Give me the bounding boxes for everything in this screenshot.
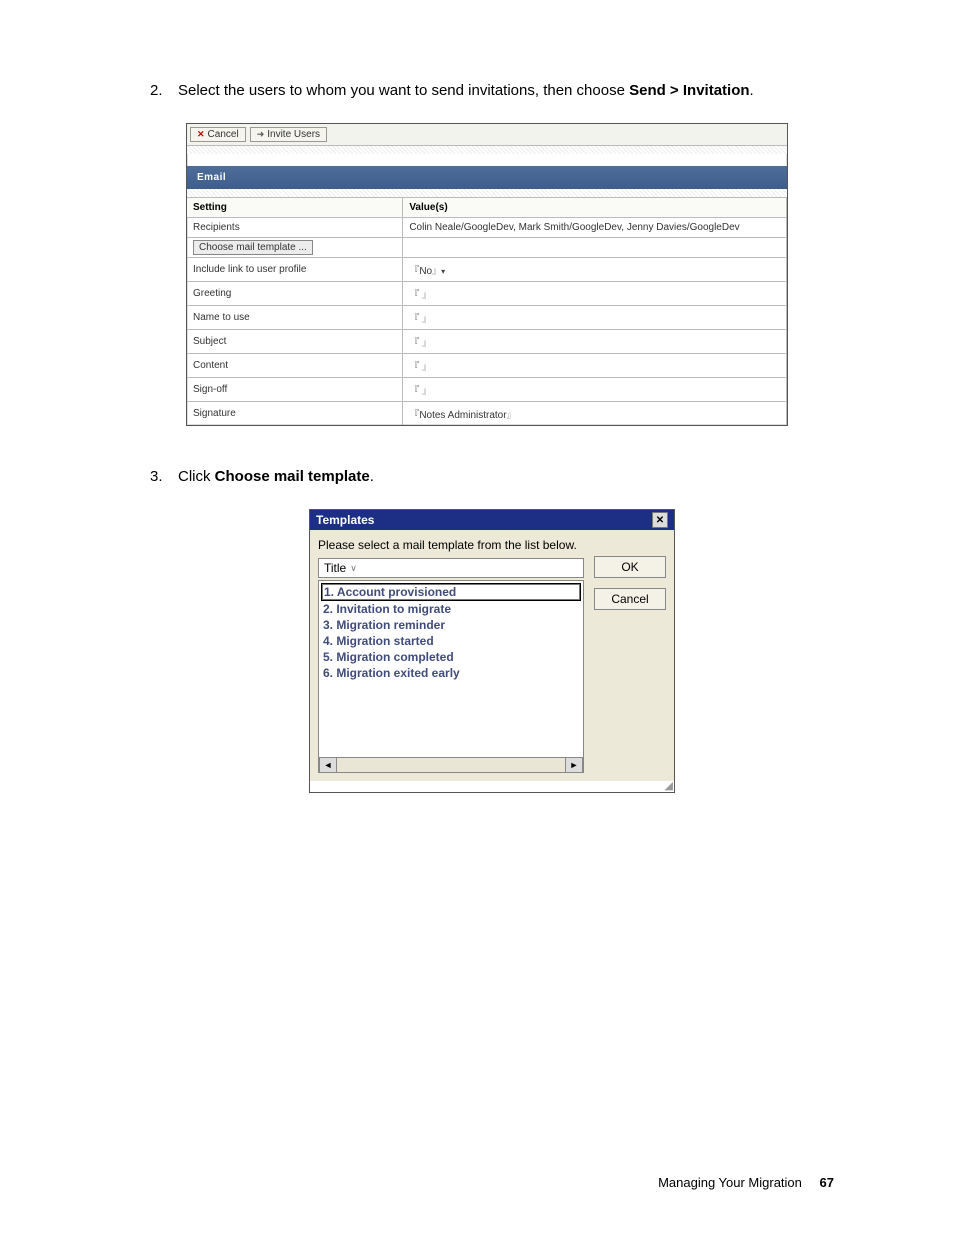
step-2: 2. Select the users to whom you want to … bbox=[150, 80, 834, 101]
email-toolbar: Cancel Invite Users bbox=[187, 124, 787, 146]
table-row: Signature 『Notes Administrator』 bbox=[187, 402, 787, 426]
dialog-body: Please select a mail template from the l… bbox=[310, 530, 674, 781]
email-screenshot: Cancel Invite Users Email Setting Value(… bbox=[186, 123, 788, 426]
dialog-left: Please select a mail template from the l… bbox=[318, 538, 584, 773]
invite-users-button[interactable]: Invite Users bbox=[250, 127, 327, 142]
table-row: Greeting 『 』 bbox=[187, 282, 787, 306]
row-signature-label: Signature bbox=[187, 402, 403, 426]
decorative-row bbox=[187, 146, 787, 154]
x-icon bbox=[197, 129, 205, 140]
field-close-marker: 』 bbox=[432, 267, 441, 277]
resize-grip-icon[interactable]: ◢ bbox=[310, 779, 674, 792]
row-recipients-label: Recipients bbox=[187, 218, 403, 238]
ok-button[interactable]: OK bbox=[594, 556, 666, 578]
row-recipients-value: Colin Neale/GoogleDev, Mark Smith/Google… bbox=[403, 218, 787, 238]
email-section-header: Email bbox=[187, 166, 787, 189]
scroll-left-icon[interactable]: ◄ bbox=[319, 758, 337, 772]
email-settings-table: Setting Value(s) Recipients Colin Neale/… bbox=[187, 197, 787, 425]
footer-page-number: 67 bbox=[820, 1175, 834, 1190]
list-item[interactable]: 4. Migration started bbox=[321, 633, 581, 649]
step3-bold: Choose mail template bbox=[215, 468, 370, 485]
cancel-button[interactable]: Cancel bbox=[190, 127, 246, 142]
template-list[interactable]: 1. Account provisioned 2. Invitation to … bbox=[318, 580, 584, 758]
table-row: Content 『 』 bbox=[187, 354, 787, 378]
list-item[interactable]: 5. Migration completed bbox=[321, 649, 581, 665]
chevron-down-icon: ∨ bbox=[350, 563, 357, 574]
step2-post: . bbox=[750, 82, 754, 99]
empty-cell bbox=[403, 238, 787, 258]
dialog-titlebar: Templates ✕ bbox=[310, 510, 674, 530]
step-number: 3. bbox=[150, 466, 178, 487]
table-row: Recipients Colin Neale/GoogleDev, Mark S… bbox=[187, 218, 787, 238]
footer-section: Managing Your Migration bbox=[658, 1175, 802, 1190]
row-content-value[interactable]: 『 』 bbox=[403, 354, 787, 378]
col-setting: Setting bbox=[187, 198, 403, 218]
cancel-button-label: Cancel bbox=[208, 129, 239, 140]
row-name-label: Name to use bbox=[187, 306, 403, 330]
step3-post: . bbox=[370, 468, 374, 485]
row-subject-value[interactable]: 『 』 bbox=[403, 330, 787, 354]
step-text: Select the users to whom you want to sen… bbox=[178, 80, 834, 101]
title-column-label: Title bbox=[324, 561, 346, 575]
cancel-button[interactable]: Cancel bbox=[594, 588, 666, 610]
dialog-right: OK Cancel bbox=[594, 538, 666, 773]
table-row: Sign-off 『 』 bbox=[187, 378, 787, 402]
signature-text: Notes Administrator bbox=[419, 410, 506, 421]
templates-dialog: Templates ✕ Please select a mail templat… bbox=[309, 509, 675, 793]
list-item[interactable]: 1. Account provisioned bbox=[321, 583, 581, 601]
invite-icon bbox=[257, 129, 265, 140]
row-include-link-label: Include link to user profile bbox=[187, 258, 403, 282]
step-number: 2. bbox=[150, 80, 178, 101]
row-content-label: Content bbox=[187, 354, 403, 378]
choose-template-button[interactable]: Choose mail template ... bbox=[193, 240, 313, 255]
table-row: Include link to user profile 『No』▾ bbox=[187, 258, 787, 282]
list-item[interactable]: 6. Migration exited early bbox=[321, 665, 581, 681]
step-3: 3. Click Choose mail template. bbox=[150, 466, 834, 487]
step2-bold: Send > Invitation bbox=[629, 82, 749, 99]
row-subject-label: Subject bbox=[187, 330, 403, 354]
scroll-right-icon[interactable]: ► bbox=[565, 758, 583, 772]
list-item[interactable]: 3. Migration reminder bbox=[321, 617, 581, 633]
list-item[interactable]: 2. Invitation to migrate bbox=[321, 601, 581, 617]
row-include-link-value[interactable]: 『No』▾ bbox=[403, 258, 787, 282]
row-signoff-label: Sign-off bbox=[187, 378, 403, 402]
table-row: Subject 『 』 bbox=[187, 330, 787, 354]
dialog-title-text: Templates bbox=[316, 513, 374, 527]
step-text: Click Choose mail template. bbox=[178, 466, 834, 487]
row-signoff-value[interactable]: 『 』 bbox=[403, 378, 787, 402]
row-name-value[interactable]: 『 』 bbox=[403, 306, 787, 330]
close-icon[interactable]: ✕ bbox=[652, 512, 668, 528]
field-open-marker: 『 bbox=[409, 266, 419, 277]
row-greeting-label: Greeting bbox=[187, 282, 403, 306]
col-value: Value(s) bbox=[403, 198, 787, 218]
row-signature-value[interactable]: 『Notes Administrator』 bbox=[403, 402, 787, 426]
decorative-row bbox=[187, 189, 787, 197]
page-footer: Managing Your Migration 67 bbox=[658, 1175, 834, 1190]
table-row: Name to use 『 』 bbox=[187, 306, 787, 330]
include-link-text: No bbox=[419, 266, 432, 277]
row-greeting-value[interactable]: 『 』 bbox=[403, 282, 787, 306]
list-header[interactable]: Title ∨ bbox=[318, 558, 584, 578]
table-row: Choose mail template ... bbox=[187, 238, 787, 258]
step3-pre: Click bbox=[178, 468, 215, 485]
dialog-instruction: Please select a mail template from the l… bbox=[318, 538, 584, 552]
chevron-down-icon[interactable]: ▾ bbox=[441, 267, 445, 276]
horizontal-scrollbar[interactable]: ◄ ► bbox=[318, 758, 584, 773]
step2-pre: Select the users to whom you want to sen… bbox=[178, 82, 629, 99]
invite-button-label: Invite Users bbox=[267, 129, 320, 140]
